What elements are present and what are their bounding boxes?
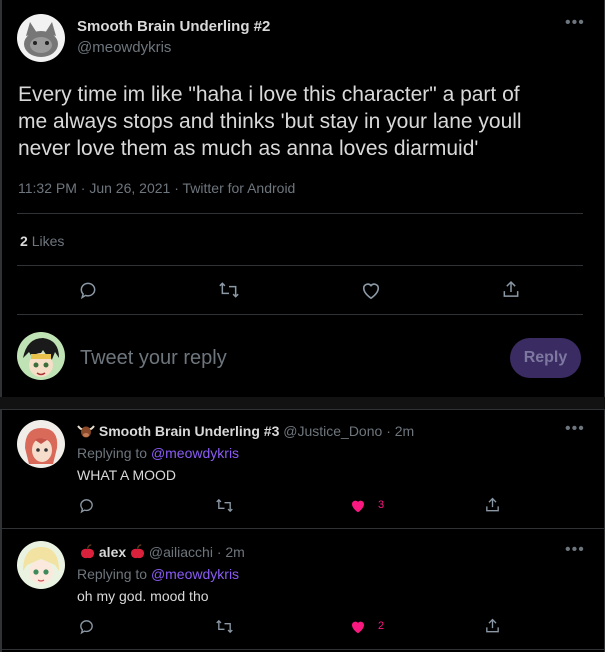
divider (0, 528, 605, 529)
main-avatar[interactable] (17, 14, 65, 62)
like-icon[interactable] (349, 497, 367, 514)
replying-to: Replying to @meowdykris (77, 566, 239, 582)
divider (0, 649, 605, 650)
replying-to-link[interactable]: @meowdykris (151, 445, 239, 461)
reply-display-name[interactable]: alex (99, 544, 126, 560)
divider (17, 314, 583, 315)
tweet-meta: 11:32 PM · Jun 26, 2021 · Twitter for An… (18, 180, 295, 196)
tweet-time[interactable]: 11:32 PM (18, 180, 77, 196)
share-icon[interactable] (484, 496, 501, 514)
reply-header: Smooth Brain Underling #3 @Justice_Dono … (77, 423, 414, 441)
reply-button[interactable]: Reply (510, 338, 581, 378)
share-icon[interactable] (501, 279, 521, 300)
reply-time[interactable]: 2m (395, 423, 414, 439)
likes-count: 2 (20, 233, 28, 249)
retweet-icon[interactable] (218, 280, 240, 300)
like-count: 2 (378, 620, 385, 632)
tweet-date[interactable]: Jun 26, 2021 (89, 180, 170, 196)
reply-display-name[interactable]: Smooth Brain Underling #3 (99, 423, 279, 439)
retweet-icon[interactable] (215, 497, 234, 514)
like-icon[interactable] (360, 280, 382, 300)
reply-time[interactable]: 2m (225, 544, 244, 560)
apple-emoji-icon (130, 544, 145, 562)
main-display-name[interactable]: Smooth Brain Underling #2 (77, 18, 270, 35)
tweet-text-line: never love them as much as anna loves di… (18, 137, 479, 160)
user-avatar[interactable] (17, 332, 65, 380)
reply-avatar[interactable] (17, 420, 65, 468)
replying-to-link[interactable]: @meowdykris (151, 566, 239, 582)
reply-handle[interactable]: @ailiacchi (149, 544, 213, 560)
reply-icon[interactable] (78, 497, 95, 514)
reply-icon[interactable] (78, 618, 95, 635)
separator: · (80, 180, 86, 196)
tweet-source[interactable]: Twitter for Android (183, 180, 296, 196)
reply-header: alex @ailiacchi · 2m (80, 544, 245, 562)
likes-label: Likes (31, 233, 65, 249)
like-count: 3 (378, 499, 385, 511)
more-icon[interactable]: ••• (565, 14, 585, 32)
bull-emoji-icon (77, 424, 95, 441)
separator: · (174, 180, 179, 196)
section-divider (0, 397, 605, 409)
reply-avatar[interactable] (17, 541, 65, 589)
divider (17, 265, 583, 266)
retweet-icon[interactable] (215, 618, 234, 635)
replying-to: Replying to @meowdykris (77, 445, 239, 461)
like-icon[interactable] (349, 618, 367, 635)
separator: · (216, 544, 222, 560)
divider (0, 409, 605, 410)
reply-icon[interactable] (78, 280, 98, 300)
more-icon[interactable]: ••• (565, 541, 585, 559)
separator: · (386, 423, 391, 439)
reply-input[interactable]: Tweet your reply (80, 347, 227, 370)
reply-text: oh my god. mood tho (77, 588, 209, 604)
reply-handle[interactable]: @Justice_Dono (283, 423, 382, 439)
share-icon[interactable] (484, 617, 501, 635)
tweet-text-line: Every time im like "haha i love this cha… (18, 83, 520, 106)
reply-text: WHAT A MOOD (77, 467, 177, 483)
replying-prefix: Replying to (77, 445, 148, 461)
apple-emoji-icon (80, 544, 95, 562)
replying-prefix: Replying to (77, 566, 148, 582)
likes-stat[interactable]: 2 Likes (20, 233, 64, 249)
more-icon[interactable]: ••• (565, 420, 585, 438)
left-border (0, 0, 2, 652)
main-handle[interactable]: @meowdykris (77, 39, 171, 56)
divider (17, 213, 583, 214)
tweet-text: Every time im like "haha i love this cha… (18, 81, 522, 162)
tweet-text-line: me always stops and thinks 'but stay in … (18, 110, 522, 133)
